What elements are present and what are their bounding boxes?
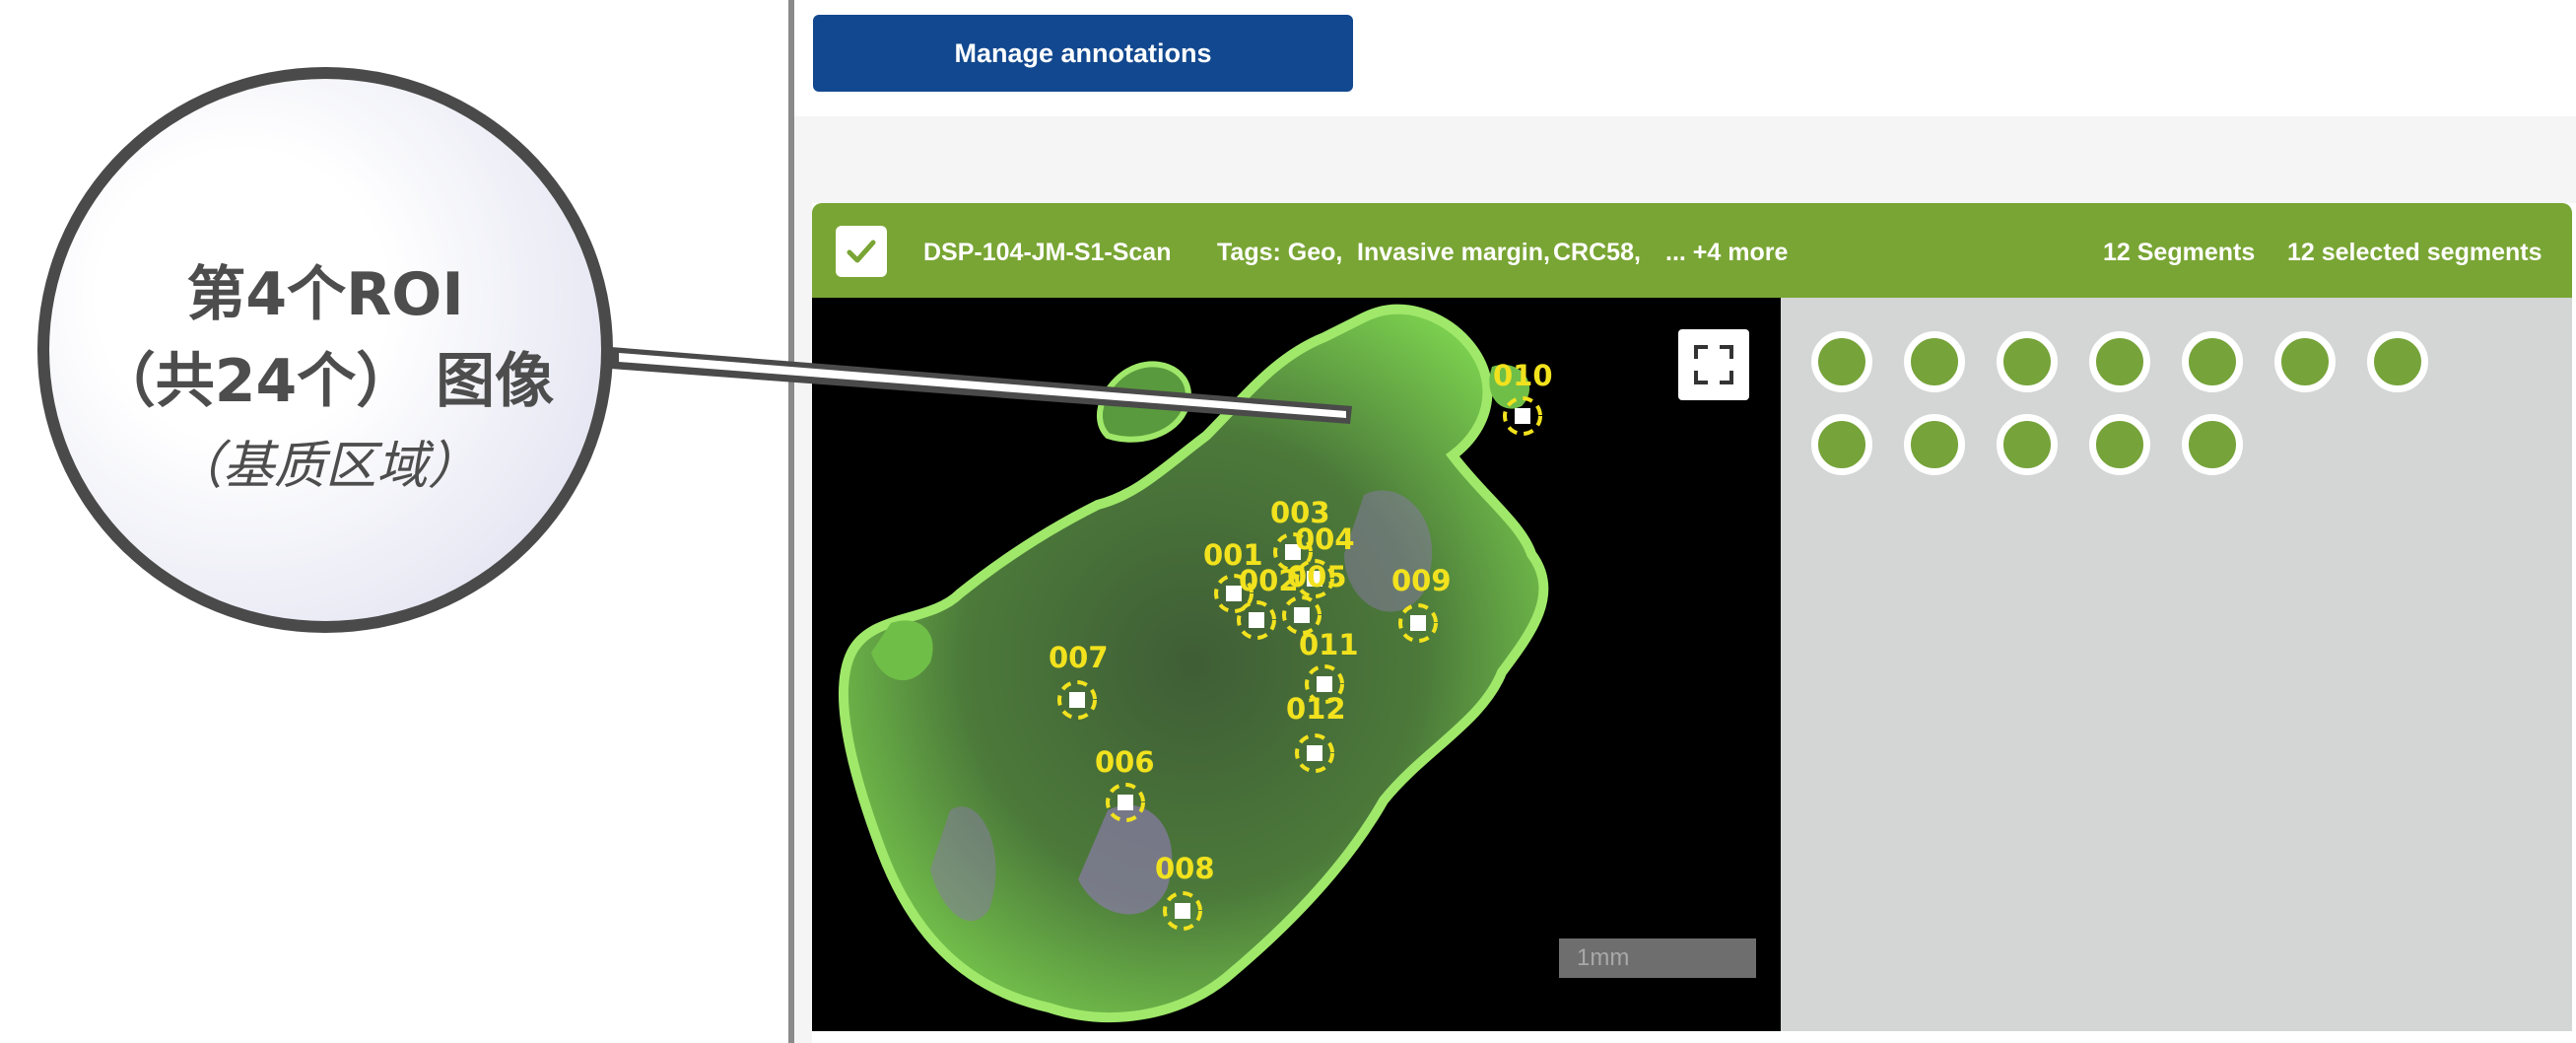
scan-select-checkbox[interactable] [836,226,887,277]
segment-dot[interactable] [2089,414,2150,475]
callout-count: （共24个） 图像 [96,347,555,416]
segments-count: 12 Segments [2103,239,2256,266]
roi-label[interactable]: 008 [1155,854,1215,883]
segment-dot[interactable] [2367,331,2428,392]
scale-bar: 1mm [1559,939,1756,978]
roi-label[interactable]: 009 [1391,566,1452,595]
roi-markers [1057,396,1542,931]
segment-dot[interactable] [2182,331,2243,392]
callout-title: 第4个ROI [186,260,464,329]
tag-invasive-margin: Invasive margin, [1357,239,1550,266]
selected-segments-count: 12 selected segments [2287,239,2542,266]
segment-dot[interactable] [1811,414,1872,475]
tissue-image-panel[interactable]: 010 003 001 002 004 009 005 011 007 012 … [812,298,1781,1031]
roi-label[interactable]: 011 [1299,630,1359,660]
segment-dot[interactable] [1904,331,1965,392]
roi-label[interactable]: 010 [1493,361,1553,390]
segment-dot[interactable] [2182,414,2243,475]
checkmark-icon [847,240,876,263]
tags-label: Tags: Geo, [1217,239,1343,266]
segments-panel [1781,298,2572,1031]
roi-label[interactable]: 012 [1286,694,1346,724]
callout-region: （基质区域） [170,437,479,496]
segment-dot[interactable] [2089,331,2150,392]
segment-dot[interactable] [1904,414,1965,475]
scan-name: DSP-104-JM-S1-Scan [923,239,1172,266]
roi-label[interactable]: 005 [1287,562,1347,591]
roi-label[interactable]: 007 [1049,643,1109,672]
tag-crc58: CRC58, [1553,239,1641,266]
segment-dot[interactable] [2274,331,2336,392]
roi-label[interactable]: 006 [1095,747,1155,777]
segment-dot[interactable] [1997,414,2058,475]
more-tags-link[interactable]: ... +4 more [1665,233,1788,272]
expand-icon [1694,345,1733,384]
manage-annotations-button[interactable]: Manage annotations [813,15,1353,92]
segment-dot[interactable] [1997,331,2058,392]
segment-dot[interactable] [1811,331,1872,392]
roi-label[interactable]: 004 [1295,524,1355,554]
fullscreen-button[interactable] [1678,329,1749,400]
